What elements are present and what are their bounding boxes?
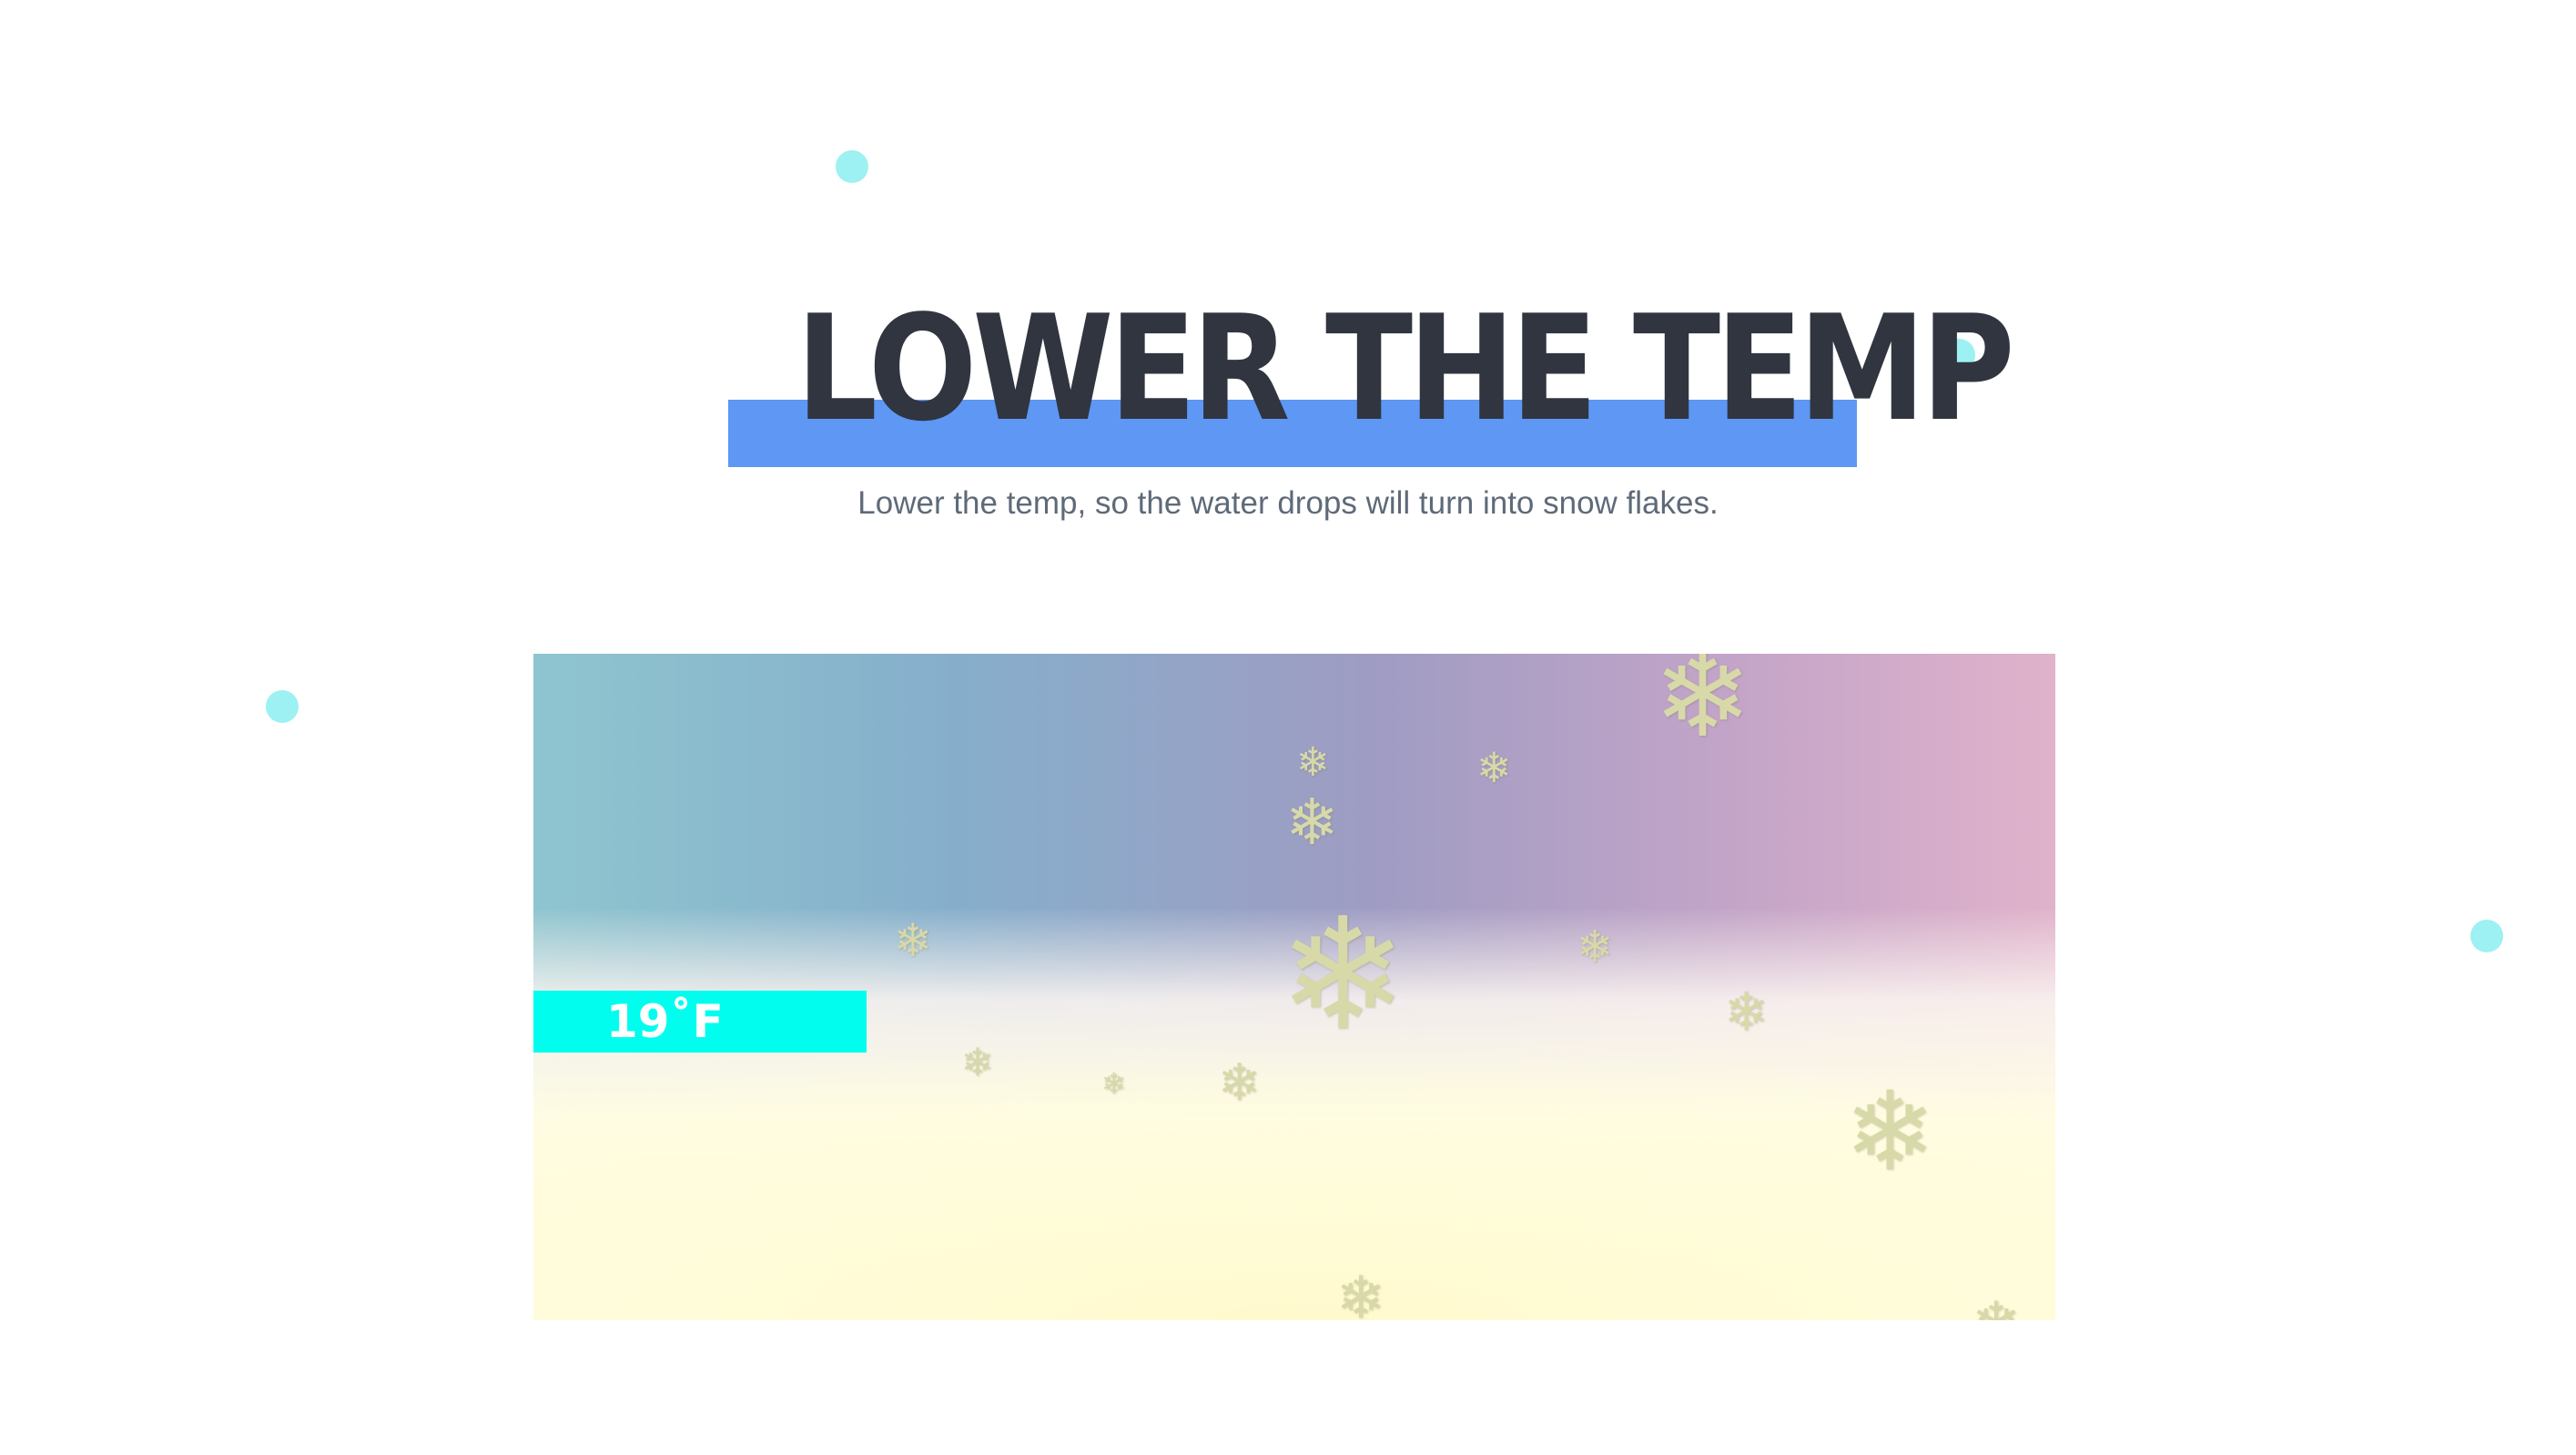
snowflake-icon: ❄ xyxy=(1336,1265,1385,1320)
snow-scene[interactable]: 19˚F ❄ ❄ ❄ ❄ ❄ ❄ ❄ ❄ ❄ ❄ ❄ ❄ ❄ ❄ xyxy=(533,654,2055,1320)
snowflake-icon: ❄ xyxy=(1101,1066,1126,1101)
snowflake-icon: ❄ xyxy=(1724,981,1769,1043)
snowflake-icon: ❄ xyxy=(961,1040,994,1084)
temperature-readout: 19˚F xyxy=(606,995,724,1048)
snowflake-icon: ❄ xyxy=(1844,1069,1936,1196)
decor-dot xyxy=(2470,920,2503,952)
snowflake-icon: ❄ xyxy=(1972,1295,2021,1320)
decor-dot xyxy=(266,690,299,723)
snowflake-icon: ❄ xyxy=(1285,785,1339,860)
temperature-badge: 19˚F xyxy=(533,991,867,1053)
snowflake-icon: ❄ xyxy=(1278,885,1408,1065)
snowflake-icon: ❄ xyxy=(1296,739,1330,786)
snowflake-icon: ❄ xyxy=(1653,654,1752,764)
decor-dot xyxy=(836,150,868,183)
snowflake-icon: ❄ xyxy=(1476,743,1512,792)
snowflake-icon: ❄ xyxy=(1218,1053,1261,1113)
snowflake-icon: ❄ xyxy=(1577,921,1614,972)
snowflake-icon: ❄ xyxy=(894,914,932,967)
title-block: LOWER THE TEMP xyxy=(728,283,2015,467)
page-subtitle: Lower the temp, so the water drops will … xyxy=(857,485,1719,521)
page-title: LOWER THE TEMP xyxy=(796,283,2014,453)
